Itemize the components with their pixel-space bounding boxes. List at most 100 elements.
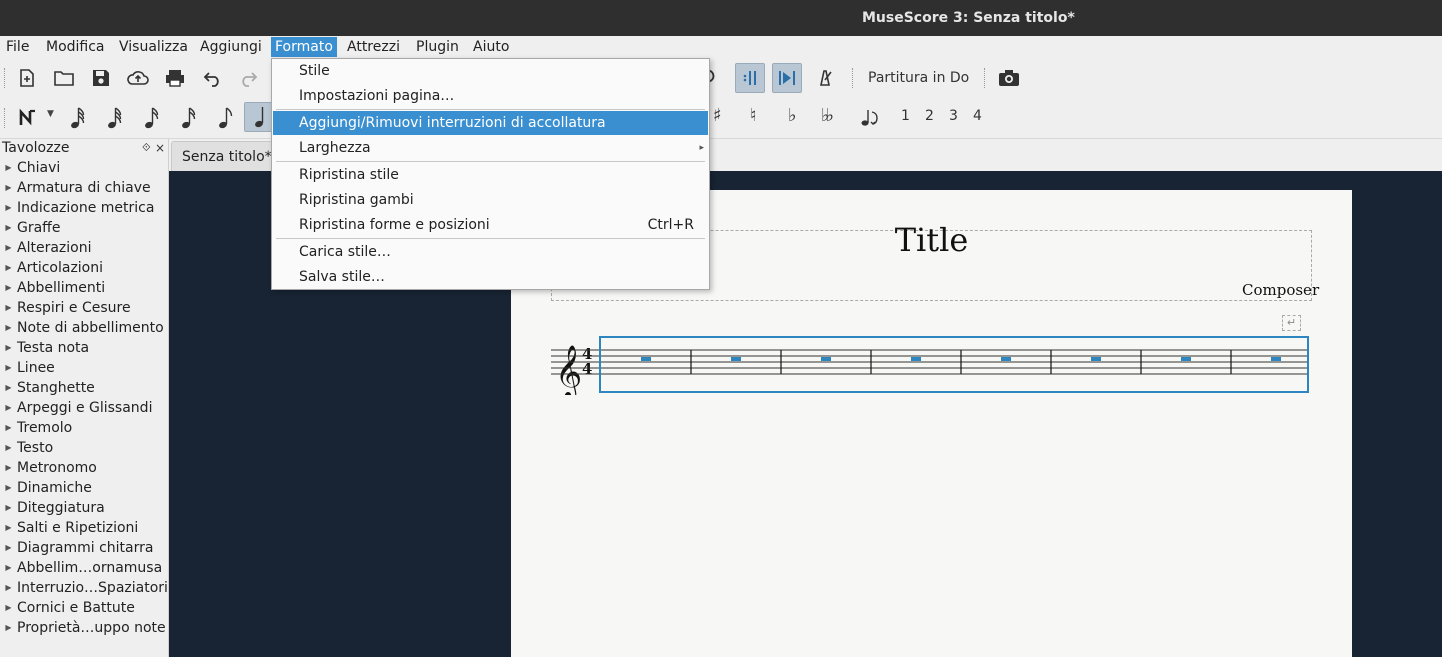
menu-item-salva-stile[interactable]: Salva stile… xyxy=(273,265,708,289)
palette-item[interactable]: ▶ Diteggiatura xyxy=(0,498,105,518)
open-folder-icon[interactable] xyxy=(50,64,78,92)
palette-item[interactable]: ▶ Proprietà…uppo note xyxy=(0,618,165,638)
note-quarter-icon[interactable] xyxy=(244,102,274,132)
note-32nd-icon[interactable] xyxy=(101,104,129,132)
palette-item[interactable]: ▶ Diagrammi chitarra xyxy=(0,538,153,558)
menu-separator xyxy=(276,238,705,239)
new-file-icon[interactable] xyxy=(13,64,41,92)
palette-item[interactable]: ▶ Graffe xyxy=(0,218,60,238)
menu-item-ripristina-stile[interactable]: Ripristina stile xyxy=(273,163,708,187)
menu-item-stile[interactable]: Stile xyxy=(273,59,708,83)
note-8th-icon[interactable] xyxy=(175,104,203,132)
note-input-mode-icon[interactable] xyxy=(14,104,42,132)
measure-rest[interactable] xyxy=(1271,357,1281,361)
undo-icon[interactable] xyxy=(198,64,226,92)
measure-rest[interactable] xyxy=(641,357,651,361)
double-flat-icon[interactable]: ♭♭ xyxy=(821,105,834,126)
palette-item-label: Interruzio…Spaziatori xyxy=(17,580,168,596)
menu-item-larghezza[interactable]: Larghezza ▸ xyxy=(273,136,708,160)
menu-item-impostazioni-pagina[interactable]: Impostazioni pagina… xyxy=(273,84,708,108)
palette-item[interactable]: ▶ Dinamiche xyxy=(0,478,92,498)
palette-item-label: Alterazioni xyxy=(17,240,92,256)
palette-item[interactable]: ▶ Cornici e Battute xyxy=(0,598,134,618)
palette-item-label: Testa nota xyxy=(17,340,90,356)
measure-rest[interactable] xyxy=(911,357,921,361)
menu-aggiungi[interactable]: Aggiungi xyxy=(196,37,266,57)
palette-item-label: Stanghette xyxy=(17,380,95,396)
palette-item[interactable]: ▶ Note di abbellimento xyxy=(0,318,163,338)
menu-aiuto[interactable]: Aiuto xyxy=(469,37,513,57)
tab-label: Senza titolo* xyxy=(182,149,272,165)
measure-rest[interactable] xyxy=(1091,357,1101,361)
menu-separator xyxy=(276,109,705,110)
menu-modifica[interactable]: Modifica xyxy=(42,37,109,57)
menu-plugin[interactable]: Plugin xyxy=(412,37,463,57)
menu-item-carica-stile[interactable]: Carica stile… xyxy=(273,240,708,264)
palette-item[interactable]: ▶ Metronomo xyxy=(0,458,96,478)
close-icon[interactable]: × xyxy=(155,141,165,155)
loop-playback-icon[interactable] xyxy=(735,63,765,93)
palette-item[interactable]: ▶ Testa nota xyxy=(0,338,89,358)
expand-arrow-icon: ▶ xyxy=(5,223,12,232)
palette-item[interactable]: ▶ Abbellim…ornamusa xyxy=(0,558,162,578)
palette-item[interactable]: ▶ Respiri e Cesure xyxy=(0,298,130,318)
palette-item-label: Dinamiche xyxy=(17,480,92,496)
note-16th-icon[interactable] xyxy=(138,104,166,132)
concert-pitch-button[interactable]: Partitura in Do xyxy=(868,70,969,86)
voice-4-button[interactable]: 4 xyxy=(973,108,982,124)
flip-direction-icon[interactable] xyxy=(856,104,884,132)
expand-arrow-icon: ▶ xyxy=(5,203,12,212)
voice-2-button[interactable]: 2 xyxy=(925,108,934,124)
save-icon[interactable] xyxy=(87,64,115,92)
menu-attrezzi[interactable]: Attrezzi xyxy=(343,37,404,57)
voice-1-button[interactable]: 1 xyxy=(901,108,910,124)
expand-arrow-icon: ▶ xyxy=(5,563,12,572)
metronome-icon[interactable] xyxy=(811,64,839,92)
note-eighth-icon[interactable] xyxy=(212,104,240,132)
flat-icon[interactable]: ♭ xyxy=(788,105,797,126)
tab-senza-titolo[interactable]: Senza titolo* xyxy=(171,141,285,172)
measure-rest[interactable] xyxy=(821,357,831,361)
palette-item[interactable]: ▶ Linee xyxy=(0,358,54,378)
menu-item-ripristina-gambi[interactable]: Ripristina gambi xyxy=(273,188,708,212)
sharp-icon[interactable]: ♯ xyxy=(713,105,722,126)
menu-formato[interactable]: Formato xyxy=(271,37,337,57)
measure-rest[interactable] xyxy=(1001,357,1011,361)
palette-item[interactable]: ▶ Indicazione metrica xyxy=(0,198,154,218)
measure-rest[interactable] xyxy=(731,357,741,361)
palette-item[interactable]: ▶ Alterazioni xyxy=(0,238,91,258)
treble-clef-icon: 𝄞 xyxy=(555,344,582,395)
palette-item[interactable]: ▶ Stanghette xyxy=(0,378,95,398)
cloud-upload-icon[interactable] xyxy=(124,64,152,92)
palette-item[interactable]: ▶ Testo xyxy=(0,438,53,458)
palette-item[interactable]: ▶ Abbellimenti xyxy=(0,278,105,298)
measure-rest[interactable] xyxy=(1181,357,1191,361)
natural-icon[interactable]: ♮ xyxy=(750,105,756,126)
palette-item-label: Abbellim…ornamusa xyxy=(17,560,163,576)
palette-item[interactable]: ▶ Armatura di chiave xyxy=(0,178,150,198)
palette-item-label: Diteggiatura xyxy=(17,500,105,516)
score-composer[interactable]: Composer xyxy=(1242,281,1319,299)
expand-arrow-icon: ▶ xyxy=(5,463,12,472)
palette-item[interactable]: ▶ Chiavi xyxy=(0,158,60,178)
palette-float-icon[interactable]: ⟐ xyxy=(142,141,151,155)
voice-3-button[interactable]: 3 xyxy=(949,108,958,124)
chevron-down-icon[interactable]: ▼ xyxy=(47,109,54,119)
play-panel-icon[interactable] xyxy=(772,63,802,93)
palette-item[interactable]: ▶ Salti e Ripetizioni xyxy=(0,518,138,538)
menu-visualizza[interactable]: Visualizza xyxy=(115,37,192,57)
menu-item-ripristina-forme[interactable]: Ripristina forme e posizioni Ctrl+R xyxy=(273,213,708,237)
note-64th-icon[interactable] xyxy=(64,104,92,132)
print-icon[interactable] xyxy=(161,64,189,92)
expand-arrow-icon: ▶ xyxy=(5,423,12,432)
window-titlebar: MuseScore 3: Senza titolo* xyxy=(0,0,1442,36)
palette-item[interactable]: ▶ Articolazioni xyxy=(0,258,103,278)
palette-item[interactable]: ▶ Tremolo xyxy=(0,418,72,438)
menu-item-interruzioni-accollatura[interactable]: Aggiungi/Rimuovi interruzioni di accolla… xyxy=(273,111,708,135)
palette-item[interactable]: ▶ Interruzio…Spaziatori xyxy=(0,578,168,598)
menu-file[interactable]: File xyxy=(2,37,33,57)
camera-icon[interactable] xyxy=(995,64,1023,92)
redo-icon[interactable] xyxy=(235,64,263,92)
system-break-icon[interactable]: ↵ xyxy=(1282,315,1301,331)
palette-item[interactable]: ▶ Arpeggi e Glissandi xyxy=(0,398,152,418)
